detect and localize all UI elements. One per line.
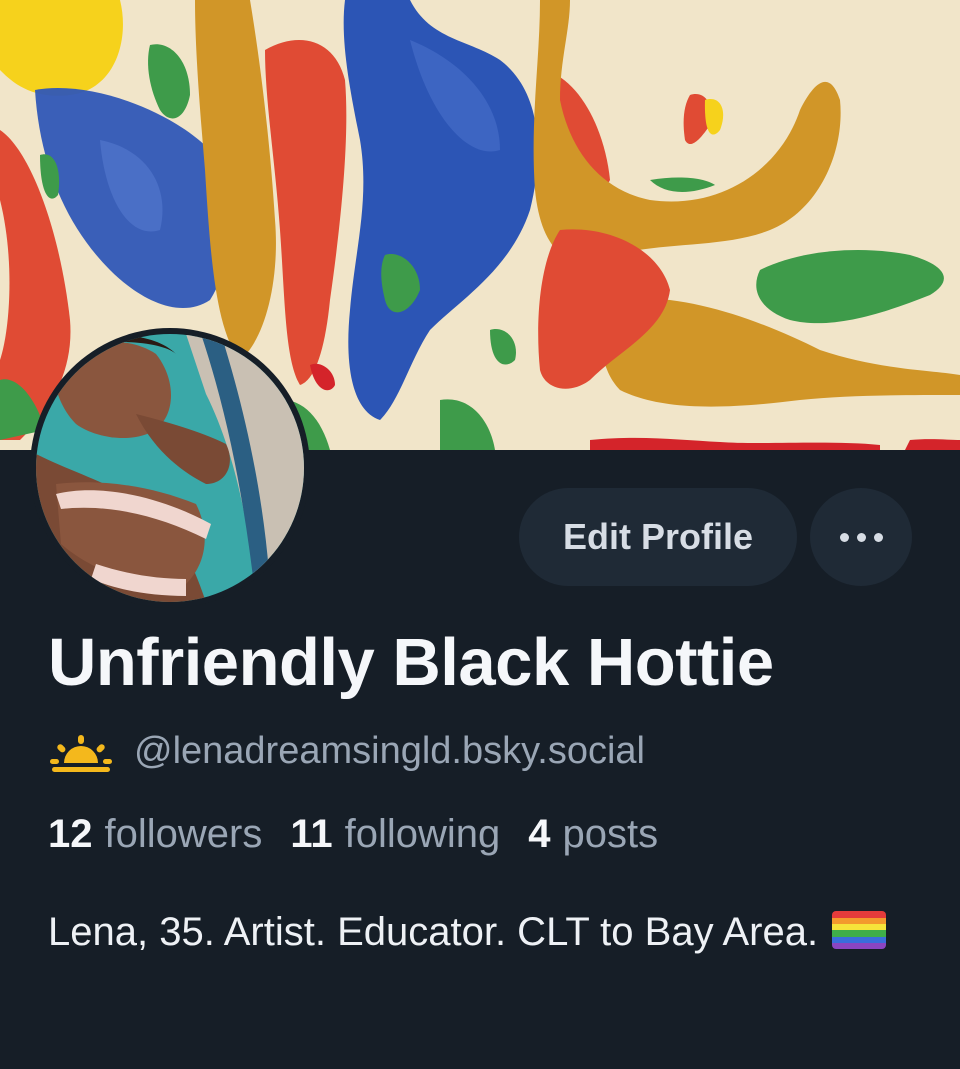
posts-label: posts [562, 812, 659, 856]
profile-bio: Lena, 35. Artist. Educator. CLT to Bay A… [48, 904, 908, 961]
rainbow-flag-icon [832, 911, 887, 950]
avatar[interactable] [30, 328, 310, 608]
following-count[interactable]: 11 [290, 812, 332, 857]
followers-label[interactable]: followers [105, 812, 263, 857]
bio-text: Lena, 35. Artist. Educator. CLT to Bay A… [48, 910, 819, 954]
edit-profile-button[interactable]: Edit Profile [519, 488, 797, 586]
profile-stats: 12 followers 11 following 4 posts [48, 812, 658, 857]
following-label[interactable]: following [345, 812, 501, 857]
avatar-photo [36, 334, 304, 602]
sunrise-icon [50, 735, 112, 772]
profile-handle[interactable]: @lenadreamsingld.bsky.social [134, 730, 645, 773]
more-options-button[interactable] [810, 488, 912, 586]
more-options-icon-dot [873, 532, 883, 542]
posts-count: 4 [528, 812, 551, 856]
followers-count[interactable]: 12 [48, 812, 93, 857]
display-name: Unfriendly Black Hottie [48, 625, 774, 700]
avatar-image [36, 334, 304, 602]
more-options-icon [839, 532, 849, 542]
handle-row: @lenadreamsingld.bsky.social [50, 726, 645, 776]
more-options-icon-dot [856, 532, 866, 542]
